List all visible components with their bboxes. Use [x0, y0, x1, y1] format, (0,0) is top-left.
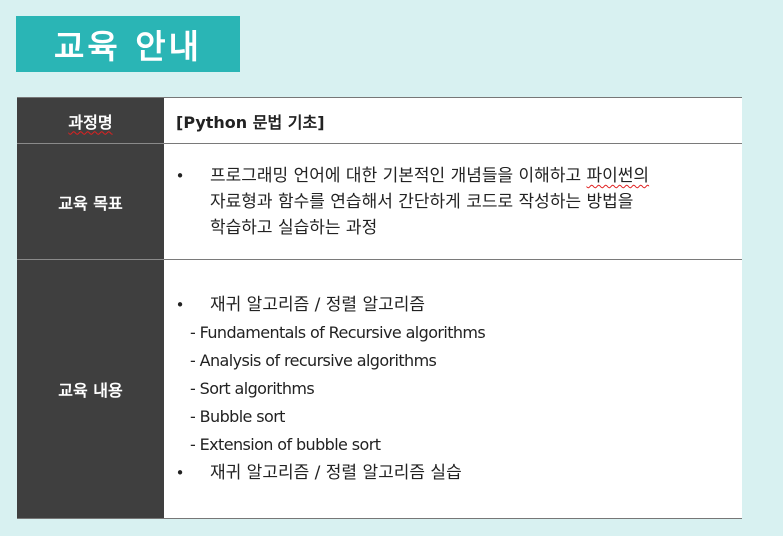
bullet-icon: • — [175, 167, 185, 185]
title-banner: 교육 안내 — [16, 16, 240, 72]
sub-item: - Analysis of recursive algorithms — [190, 351, 437, 370]
sub-item: - Extension of bubble sort — [190, 435, 381, 454]
bullet-icon: • — [175, 464, 185, 482]
goal-line-3: 학습하고 실습하는 과정 — [210, 218, 378, 238]
sub-item: - Bubble sort — [190, 407, 285, 426]
content-bullet-1-text: 재귀 알고리즘 / 정렬 알고리즘 — [210, 295, 426, 315]
goal-text: • 프로그래밍 언어에 대한 기본적인 개념들을 이해하고 파이썬의 자료형과 … — [164, 144, 742, 241]
bullet-icon: • — [175, 296, 185, 314]
sub-item: - Fundamentals of Recursive algorithms — [190, 323, 486, 342]
goal-cell: • 프로그래밍 언어에 대한 기본적인 개념들을 이해하고 파이썬의 자료형과 … — [164, 143, 742, 260]
course-name-label-text: 과정명 — [68, 112, 113, 132]
content-bullet-1: • 재귀 알고리즘 / 정렬 알고리즘 — [164, 291, 742, 319]
goal-line-2: 자료형과 함수를 연습해서 간단하게 코드로 작성하는 방법을 — [210, 192, 634, 212]
course-name-row: 과정명 [Python 문법 기초] — [17, 97, 742, 144]
course-info-table: 과정명 [Python 문법 기초] 교육 목표 • 프로그래밍 언어에 대한 … — [17, 97, 742, 519]
sub-item: - Sort algorithms — [190, 379, 315, 398]
goal-line-1: 프로그래밍 언어에 대한 기본적인 개념들을 이해하고 파이썬의 — [210, 163, 722, 189]
content-list: • 재귀 알고리즘 / 정렬 알고리즘 - Fundamentals of Re… — [164, 260, 742, 487]
goal-row: 교육 목표 • 프로그래밍 언어에 대한 기본적인 개념들을 이해하고 파이썬의… — [17, 143, 742, 260]
content-bullet-2-text: 재귀 알고리즘 / 정렬 알고리즘 실습 — [210, 463, 462, 483]
content-label: 교육 내용 — [17, 259, 164, 519]
content-bullet-2: • 재귀 알고리즘 / 정렬 알고리즘 실습 — [164, 459, 742, 487]
goal-line-1-text: 프로그래밍 언어에 대한 기본적인 개념들을 이해하고 — [210, 166, 587, 186]
course-name-value: [Python 문법 기초] — [164, 97, 742, 144]
goal-line-1-python: 파이썬의 — [586, 166, 650, 186]
course-name-label: 과정명 — [17, 97, 164, 144]
goal-label: 교육 목표 — [17, 143, 164, 260]
page-title: 교육 안내 — [54, 27, 202, 66]
content-row: 교육 내용 • 재귀 알고리즘 / 정렬 알고리즘 - Fundamentals… — [17, 259, 742, 519]
content-cell: • 재귀 알고리즘 / 정렬 알고리즘 - Fundamentals of Re… — [164, 259, 742, 519]
